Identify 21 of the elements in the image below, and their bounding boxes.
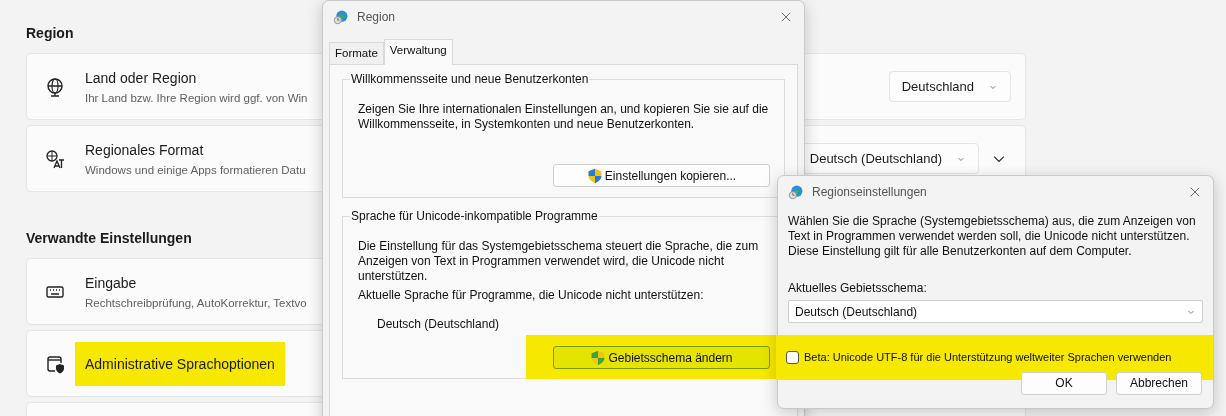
group-title: Sprache für Unicode-inkompatible Programme — [350, 209, 599, 224]
setting-title: Regionales Format — [85, 141, 204, 158]
setting-description: Windows und einige Apps formatieren Datu — [85, 162, 306, 178]
field-label: Aktuelle Sprache für Programme, die Unicode nicht unterstützen: — [358, 288, 705, 304]
setting-description: Ihr Land bzw. Ihre Region wird ggf. von Win — [85, 90, 308, 106]
setting-title: Eingabe — [85, 274, 137, 291]
section-heading: Region — [26, 24, 74, 43]
section-heading: Verwandte Einstellungen — [26, 229, 192, 248]
dropdown-value: Deutschland — [901, 77, 974, 96]
description-text: Wählen Sie die Sprache (Systemgebietsschema) aus, die zum Anzeigen von Text in Programmen verwendet werden soll, die Unicode nicht unterstützen. Diese Einstellung gilt für alle Benutzerkonten auf dem Computer. — [787, 213, 1197, 259]
dropdown-value: Deutsch (Deutschland) — [795, 303, 918, 321]
description-text: Zeigen Sie Ihre internationalen Einstellungen an, und kopieren Sie sie auf die Willkommensseite, in Systemkonten und neue Benutzerkonten. — [358, 102, 770, 133]
window-title: Regionseinstellungen — [812, 184, 927, 201]
field-label: Aktuelles Gebietsschema: — [788, 280, 928, 297]
setting-description: Rechtschreibprüfung, AutoKorrektur, Textvo — [85, 295, 307, 311]
current-language-value: Deutsch (Deutschland) — [377, 317, 501, 333]
description-text: Die Einstellung für das Systemgebietsschema steuert die Sprache, die zum Anzeigen von Text in Programmen verwendet wird, die Unicode nicht unterstützen. — [358, 239, 760, 285]
window-title: Region — [357, 9, 396, 26]
setting-title: Administrative Sprachoptionen — [85, 355, 275, 372]
dropdown-value: Deutsch (Deutschland) — [809, 149, 942, 168]
setting-title: Land oder Region — [85, 69, 197, 86]
